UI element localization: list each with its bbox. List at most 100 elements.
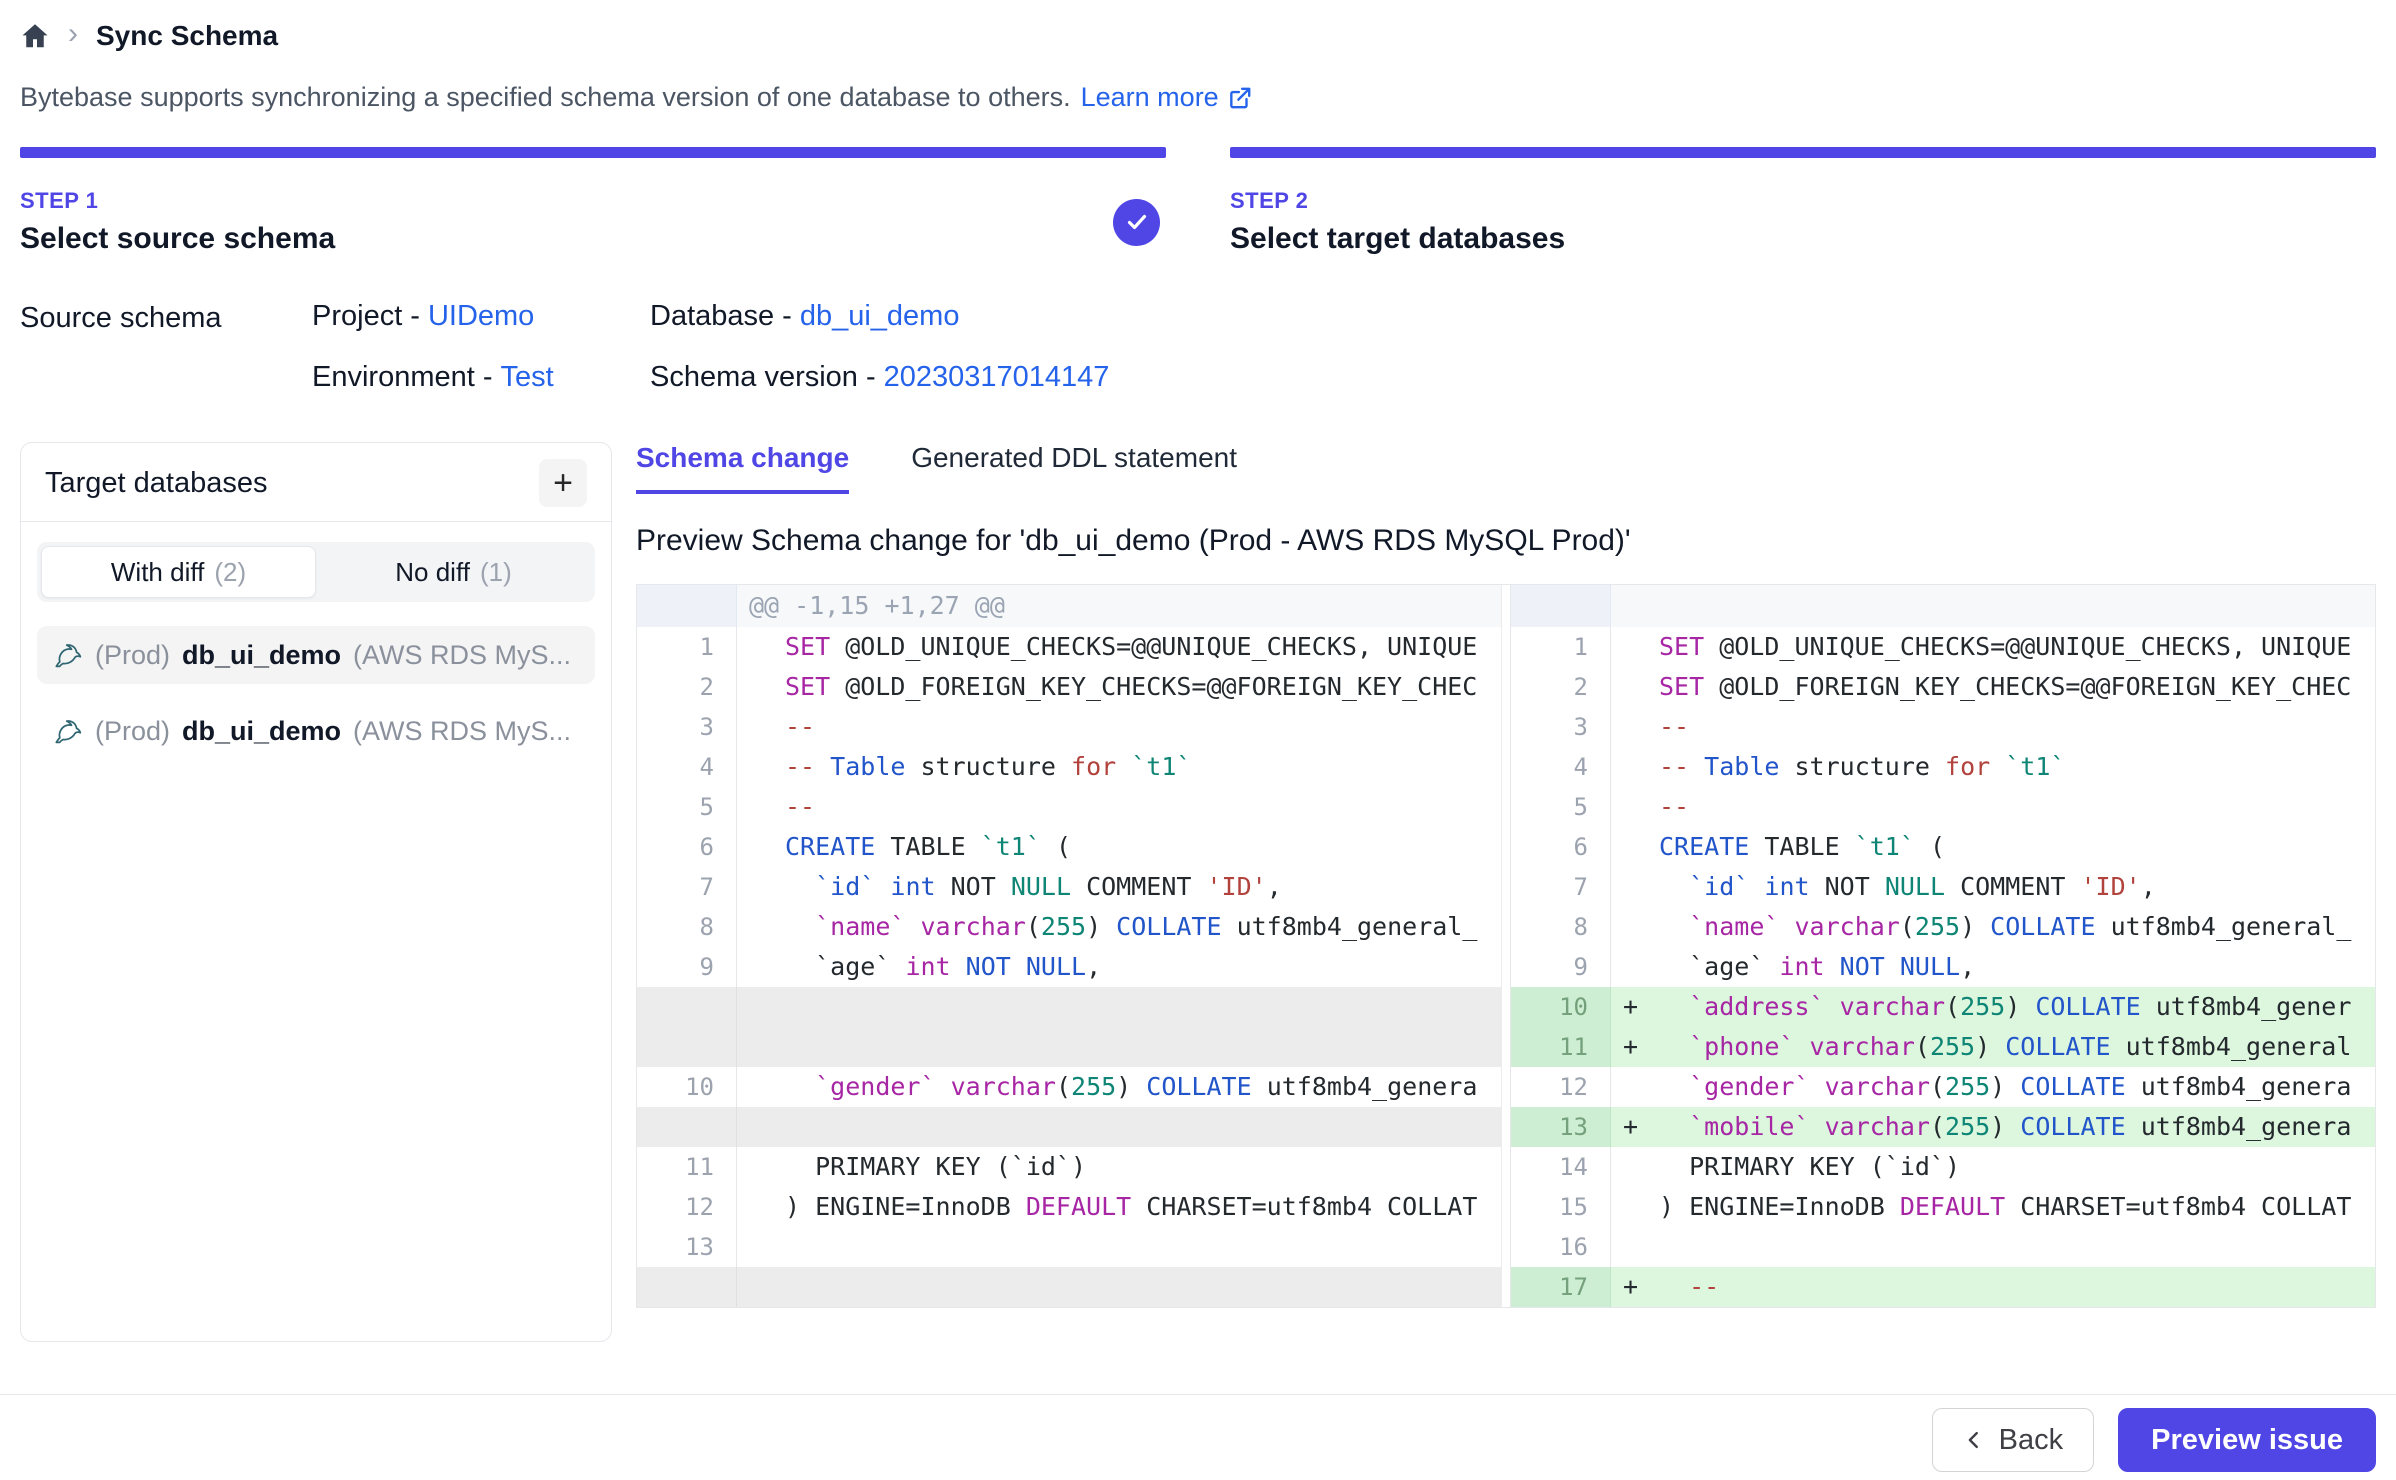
diff-code-line: `phone` varchar(255) COLLATE utf8mb4_gen… bbox=[1659, 1027, 2375, 1067]
breadcrumb: › Sync Schema bbox=[20, 14, 2376, 58]
diff-row: 4-- Table structure for `t1` bbox=[1511, 747, 2375, 787]
diff-line-number bbox=[637, 1107, 737, 1147]
diff-row: 10+ `address` varchar(255) COLLATE utf8m… bbox=[1511, 987, 2375, 1027]
diff-change-marker bbox=[737, 787, 785, 827]
diff-code-line: SET @OLD_FOREIGN_KEY_CHECKS=@@FOREIGN_KE… bbox=[785, 667, 1501, 707]
diff-code-line bbox=[785, 1267, 1501, 1307]
schema-version-link[interactable]: 20230317014147 bbox=[884, 361, 1110, 393]
source-field-database: Database-db_ui_demo bbox=[650, 300, 1109, 333]
learn-more-link[interactable]: Learn more bbox=[1081, 82, 1253, 113]
diff-row bbox=[637, 1027, 1501, 1067]
diff-change-marker bbox=[1611, 867, 1659, 907]
home-icon[interactable] bbox=[20, 21, 50, 51]
diff-hunk-header: @@ -1,15 +1,27 @@ bbox=[737, 585, 1501, 627]
description-text: Bytebase supports synchronizing a specif… bbox=[20, 82, 1071, 113]
diff-change-marker bbox=[737, 1067, 785, 1107]
back-button[interactable]: Back bbox=[1932, 1408, 2094, 1472]
diff-line-number: 14 bbox=[1511, 1147, 1611, 1187]
diff-code-line bbox=[785, 987, 1501, 1027]
step-2: STEP 2 Select target databases bbox=[1230, 147, 2376, 256]
diff-filter-tab-with-diff[interactable]: With diff(2) bbox=[41, 546, 316, 598]
diff-line-number: 6 bbox=[637, 827, 737, 867]
step-2-progress-bar bbox=[1230, 147, 2376, 158]
db-environment: (Prod) bbox=[95, 640, 170, 671]
diff-code-line: `name` varchar(255) COLLATE utf8mb4_gene… bbox=[785, 907, 1501, 947]
diff-code-line: -- bbox=[785, 787, 1501, 827]
diff-row: 7 `id` int NOT NULL COMMENT 'ID', bbox=[1511, 867, 2375, 907]
diff-change-marker bbox=[737, 907, 785, 947]
diff-line-number: 8 bbox=[1511, 907, 1611, 947]
target-database-item-2[interactable]: (Prod)db_ui_demo(AWS RDS MyS... bbox=[37, 702, 595, 760]
diff-row: 4-- Table structure for `t1` bbox=[637, 747, 1501, 787]
diff-change-marker bbox=[1611, 787, 1659, 827]
diff-change-marker bbox=[1611, 707, 1659, 747]
diff-line-number: 15 bbox=[1511, 1187, 1611, 1227]
target-database-item-1[interactable]: (Prod)db_ui_demo(AWS RDS MyS... bbox=[37, 626, 595, 684]
diff-filter-tab-no-diff[interactable]: No diff(1) bbox=[316, 546, 591, 598]
diff-line-number bbox=[637, 585, 737, 627]
source-schema-summary: Source schema Project-UIDemo Database-db… bbox=[20, 300, 2376, 394]
sync-schema-page: › Sync Schema Bytebase supports synchron… bbox=[0, 0, 2396, 1480]
diff-row: 9 `age` int NOT NULL, bbox=[1511, 947, 2375, 987]
step-1-label: STEP 1 bbox=[20, 188, 335, 214]
diff-row: 2SET @OLD_FOREIGN_KEY_CHECKS=@@FOREIGN_K… bbox=[637, 667, 1501, 707]
diff-change-marker bbox=[737, 827, 785, 867]
source-schema-label: Source schema bbox=[20, 300, 312, 394]
diff-code-line: -- bbox=[1659, 1267, 2375, 1307]
diff-code-line bbox=[1659, 1227, 2375, 1267]
diff-code-line: SET @OLD_UNIQUE_CHECKS=@@UNIQUE_CHECKS, … bbox=[785, 627, 1501, 667]
diff-pane-source: @@ -1,15 +1,27 @@1 SET @OLD_UNIQUE_CHECKS… bbox=[637, 585, 1502, 1307]
diff-line-number: 7 bbox=[1511, 867, 1611, 907]
step-1-completed-check-icon bbox=[1113, 199, 1160, 246]
environment-link[interactable]: Test bbox=[500, 361, 553, 393]
diff-change-marker bbox=[1611, 627, 1659, 667]
diff-change-marker: + bbox=[1611, 987, 1659, 1027]
chevron-left-icon bbox=[1963, 1429, 1985, 1451]
page-description: Bytebase supports synchronizing a specif… bbox=[20, 82, 2376, 113]
diff-change-marker bbox=[737, 1107, 785, 1147]
diff-line-number: 1 bbox=[637, 627, 737, 667]
step-1: STEP 1 Select source schema bbox=[20, 147, 1166, 256]
preview-tab-schema-change[interactable]: Schema change bbox=[636, 442, 849, 494]
diff-code-line: SET @OLD_FOREIGN_KEY_CHECKS=@@FOREIGN_KE… bbox=[1659, 667, 2375, 707]
diff-line-number: 6 bbox=[1511, 827, 1611, 867]
schema-preview: Schema changeGenerated DDL statement Pre… bbox=[636, 442, 2376, 1308]
diff-row: 16 bbox=[1511, 1227, 2375, 1267]
db-instance: (AWS RDS MyS... bbox=[353, 640, 571, 671]
target-database-list: (Prod)db_ui_demo(AWS RDS MyS... (Prod)db_… bbox=[37, 626, 595, 760]
diff-code-line: `age` int NOT NULL, bbox=[1659, 947, 2375, 987]
diff-code-line: PRIMARY KEY (`id`) bbox=[785, 1147, 1501, 1187]
diff-code-line: `id` int NOT NULL COMMENT 'ID', bbox=[785, 867, 1501, 907]
footer-actions: Back Preview issue bbox=[1932, 1408, 2376, 1472]
schema-diff-viewer: @@ -1,15 +1,27 @@1SET @OLD_UNIQUE_CHECKS… bbox=[636, 584, 2376, 1308]
diff-line-number: 13 bbox=[637, 1227, 737, 1267]
diff-line-number: 9 bbox=[1511, 947, 1611, 987]
diff-line-number: 5 bbox=[1511, 787, 1611, 827]
diff-code-line bbox=[785, 1227, 1501, 1267]
preview-issue-button[interactable]: Preview issue bbox=[2118, 1408, 2376, 1472]
diff-filter-tabs: With diff(2)No diff(1) bbox=[37, 542, 595, 602]
diff-change-marker: + bbox=[1611, 1107, 1659, 1147]
project-link[interactable]: UIDemo bbox=[428, 300, 534, 332]
database-link[interactable]: db_ui_demo bbox=[800, 300, 960, 332]
breadcrumb-separator-icon: › bbox=[68, 19, 78, 49]
diff-change-marker bbox=[1611, 1187, 1659, 1227]
diff-row: 3 -- bbox=[1511, 707, 2375, 747]
diff-row: 1SET @OLD_UNIQUE_CHECKS=@@UNIQUE_CHECKS,… bbox=[1511, 627, 2375, 667]
diff-line-number: 3 bbox=[637, 707, 737, 747]
diff-line-number: 3 bbox=[1511, 707, 1611, 747]
diff-change-marker bbox=[737, 867, 785, 907]
add-target-database-button[interactable]: + bbox=[539, 459, 587, 507]
diff-code-line: -- bbox=[1659, 707, 2375, 747]
diff-code-line: `address` varchar(255) COLLATE utf8mb4_g… bbox=[1659, 987, 2375, 1027]
diff-code-line: -- Table structure for `t1` bbox=[785, 747, 1501, 787]
diff-row bbox=[637, 1267, 1501, 1307]
diff-change-marker bbox=[1611, 1227, 1659, 1267]
diff-code-line: `name` varchar(255) COLLATE utf8mb4_gene… bbox=[1659, 907, 2375, 947]
preview-tab-generated-ddl-statement[interactable]: Generated DDL statement bbox=[911, 442, 1237, 494]
diff-row: 14 PRIMARY KEY (`id`) bbox=[1511, 1147, 2375, 1187]
diff-row: 5-- bbox=[637, 787, 1501, 827]
diff-code-line: -- bbox=[1659, 787, 2375, 827]
footer-divider bbox=[0, 1394, 2396, 1395]
db-environment: (Prod) bbox=[95, 716, 170, 747]
